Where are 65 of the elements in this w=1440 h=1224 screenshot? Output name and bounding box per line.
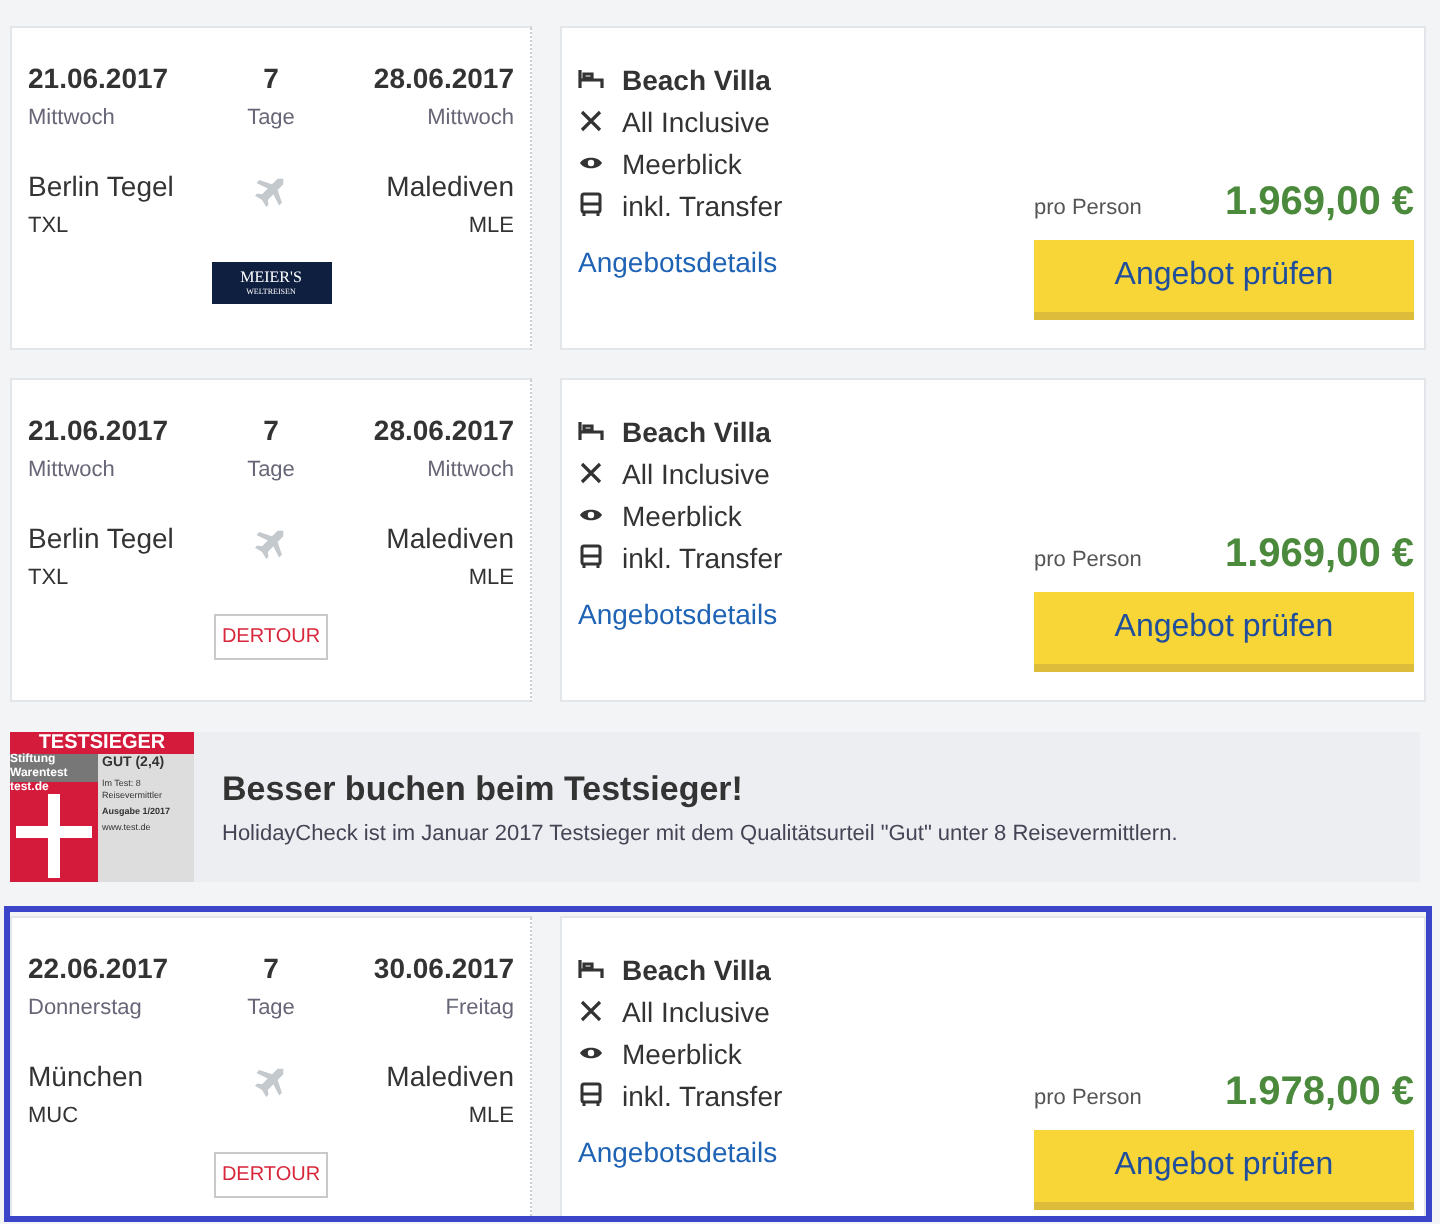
price: 1.978,00 €	[1224, 1070, 1414, 1116]
feature-text: Beach Villa	[622, 953, 771, 985]
cross-icon	[16, 794, 92, 878]
origin-code: TXL	[28, 214, 71, 238]
departure-day: Donnerstag	[28, 996, 221, 1020]
return-date: 30.06.2017	[371, 952, 514, 984]
nights-label: Tage	[247, 996, 295, 1020]
origin-code: MUC	[28, 1104, 81, 1128]
feature-text: Meerblick	[622, 147, 742, 179]
bus-icon	[578, 544, 604, 570]
feature-text: inkl. Transfer	[622, 1079, 783, 1111]
check-offer-button[interactable]: Angebot prüfen	[1034, 240, 1414, 320]
feature-text: inkl. Transfer	[622, 189, 783, 221]
operator-logo: DERTOUR	[214, 614, 328, 660]
nights-count: 7	[263, 62, 279, 94]
origin-city: Berlin Tegel	[28, 522, 176, 558]
price: 1.969,00 €	[1224, 532, 1414, 578]
price-note: pro Person	[1034, 196, 1142, 220]
return-day: Mittwoch	[321, 458, 514, 482]
return-day: Mittwoch	[321, 106, 514, 130]
destination-code: MLE	[466, 1104, 514, 1128]
departure-date: 21.06.2017	[28, 414, 171, 446]
check-offer-button[interactable]: Angebot prüfen	[1034, 592, 1414, 672]
feature-text: inkl. Transfer	[622, 541, 783, 573]
origin-city: München	[28, 1060, 146, 1096]
origin-code: TXL	[28, 566, 71, 590]
price-note: pro Person	[1034, 1086, 1142, 1110]
destination-code: MLE	[466, 566, 514, 590]
feature-text: All Inclusive	[622, 995, 770, 1027]
departure-date: 22.06.2017	[28, 952, 171, 984]
banner-text: HolidayCheck ist im Januar 2017 Testsieger mit dem Qualitätsurteil "Gut" unter 8 Reisevermittlern.	[222, 821, 1178, 845]
feature-text: Meerblick	[622, 499, 742, 531]
feature-text: Beach Villa	[622, 415, 771, 447]
bed-icon	[578, 66, 604, 92]
departure-date: 21.06.2017	[28, 62, 171, 94]
feature-text: Meerblick	[622, 1037, 742, 1069]
bus-icon	[578, 192, 604, 218]
nights-count: 7	[263, 952, 279, 984]
operator-logo: DERTOUR	[214, 1152, 328, 1198]
feature-text: All Inclusive	[622, 457, 770, 489]
price-note: pro Person	[1034, 548, 1142, 572]
destination-code: MLE	[466, 214, 514, 238]
feature-text: Beach Villa	[622, 63, 771, 95]
return-day: Freitag	[321, 996, 514, 1020]
details-link[interactable]: Angebotsdetails	[578, 1136, 783, 1168]
feature-text: All Inclusive	[622, 105, 770, 137]
nights-count: 7	[263, 414, 279, 446]
price: 1.969,00 €	[1224, 180, 1414, 226]
nights-label: Tage	[247, 458, 295, 482]
departure-day: Mittwoch	[28, 106, 221, 130]
check-offer-button[interactable]: Angebot prüfen	[1034, 1130, 1414, 1210]
destination-city: Malediven	[384, 170, 514, 206]
return-date: 28.06.2017	[371, 62, 514, 94]
destination-city: Malediven	[384, 1060, 514, 1096]
banner-title: Besser buchen beim Testsieger!	[222, 769, 745, 809]
bus-icon	[578, 1082, 604, 1108]
nights-label: Tage	[247, 106, 295, 130]
details-link[interactable]: Angebotsdetails	[578, 246, 783, 278]
destination-city: Malediven	[384, 522, 514, 558]
return-date: 28.06.2017	[371, 414, 514, 446]
bed-icon	[578, 956, 604, 982]
origin-city: Berlin Tegel	[28, 170, 176, 206]
bed-icon	[578, 418, 604, 444]
departure-day: Mittwoch	[28, 458, 221, 482]
details-link[interactable]: Angebotsdetails	[578, 598, 783, 630]
